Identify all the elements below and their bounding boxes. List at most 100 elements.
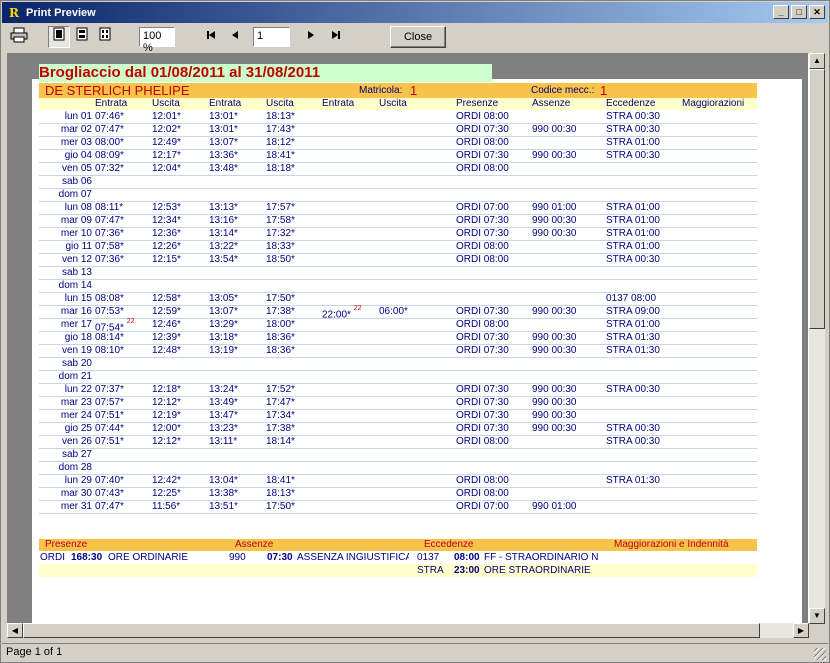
day-label: ven 12 bbox=[61, 254, 92, 265]
table-row: lun 08 08:11* 12:53* 13:13* 17:57* ORDI 07:00… bbox=[39, 202, 757, 215]
cell-eccedenze: STRA 00:30 bbox=[606, 150, 660, 162]
cell-uscita-1-text: 12:34* bbox=[152, 215, 181, 226]
prev-page-icon[interactable] bbox=[224, 26, 246, 48]
cell-entrata-1-text: 07:47* bbox=[95, 501, 124, 512]
day-label: lun 22 bbox=[64, 384, 92, 395]
cell-eccedenze: STRA 01:30 bbox=[606, 345, 660, 357]
vertical-scroll-thumb[interactable] bbox=[809, 69, 825, 329]
cell-uscita-2-text: 18:00* bbox=[266, 319, 295, 330]
col-maggiorazioni: Maggiorazioni bbox=[682, 98, 745, 109]
cell-assenze: 990 00:30 bbox=[532, 228, 577, 240]
cell-entrata-1-text: 07:36* bbox=[95, 254, 124, 265]
close-button[interactable]: Close bbox=[390, 26, 446, 48]
two-page-icon[interactable] bbox=[71, 26, 93, 48]
zoom-input[interactable]: 100 % bbox=[139, 27, 175, 54]
cell-assenze: 990 00:30 bbox=[532, 384, 577, 396]
print-icon[interactable] bbox=[8, 26, 30, 48]
cell-entrata-1-text: 07:47* bbox=[95, 124, 124, 135]
cell-eccedenze: STRA 01:00 bbox=[606, 228, 660, 240]
cell-uscita-1-text: 12:46* bbox=[152, 319, 181, 330]
table-row: mer 17 07:54* 22 12:46* 13:29* 18:00* ORDI 08… bbox=[39, 318, 757, 333]
day-label: sab 06 bbox=[61, 176, 92, 187]
cell-entrata-2-text: 13:16* bbox=[209, 215, 238, 226]
day-label: mar 30 bbox=[60, 488, 92, 499]
cell-eccedenze: STRA 00:30 bbox=[606, 124, 660, 136]
cell-uscita-2-text: 18:50* bbox=[266, 254, 295, 265]
table-row: lun 22 07:37* 12:18* 13:24* 17:52* ORDI 07:30… bbox=[39, 384, 757, 397]
cell-presenze: ORDI 07:30 bbox=[456, 124, 509, 136]
cell-entrata-2-text: 13:07* bbox=[209, 306, 238, 317]
cell-entrata-1: 07:53* bbox=[95, 306, 124, 318]
page-status: Page 1 of 1 bbox=[6, 646, 63, 658]
cell-assenze-text: 990 00:30 bbox=[532, 228, 577, 239]
sum-ass-hours: 07:30 bbox=[267, 552, 293, 563]
cell-uscita-2: 17:38* bbox=[266, 423, 295, 435]
table-row: mar 23 07:57* 12:12* 13:49* 17:47* ORDI 07:30… bbox=[39, 397, 757, 410]
cell-eccedenze-text: STRA 00:30 bbox=[606, 124, 660, 135]
scroll-down-icon[interactable]: ▼ bbox=[809, 608, 825, 624]
cell-eccedenze-text: STRA 01:00 bbox=[606, 202, 660, 213]
cell-uscita-1: 12:26* bbox=[152, 241, 181, 253]
cell-uscita-2-text: 17:50* bbox=[266, 501, 295, 512]
cell-entrata-2: 13:54* bbox=[209, 254, 238, 266]
employee-name: DE STERLICH PHELIPE bbox=[45, 83, 190, 98]
cell-entrata-2-text: 13:18* bbox=[209, 332, 238, 343]
table-row: gio 11 07:58* 12:26* 13:22* 18:33* ORDI 08:00… bbox=[39, 241, 757, 254]
cell-entrata-1-text: 07:47* bbox=[95, 215, 124, 226]
day-label: sab 27 bbox=[61, 449, 92, 460]
cell-entrata-2-text: 13:01* bbox=[209, 111, 238, 122]
cell-entrata-1: 07:47* bbox=[95, 215, 124, 227]
next-page-icon[interactable] bbox=[300, 26, 322, 48]
cell-eccedenze: STRA 00:30 bbox=[606, 111, 660, 123]
table-row: gio 04 08:09* 12:17* 13:36* 18:41* ORDI 07:30… bbox=[39, 150, 757, 163]
cell-entrata-1: 08:10* bbox=[95, 345, 124, 357]
maximize-icon[interactable]: □ bbox=[791, 5, 807, 19]
cell-entrata-2: 13:01* bbox=[209, 124, 238, 136]
cell-uscita-1-text: 12:36* bbox=[152, 228, 181, 239]
cell-eccedenze-text: STRA 09:00 bbox=[606, 306, 660, 317]
cell-entrata-2: 13:49* bbox=[209, 397, 238, 409]
cell-uscita-1: 12:04* bbox=[152, 163, 181, 175]
day-label: gio 25 bbox=[64, 423, 92, 434]
multi-page-icon[interactable] bbox=[94, 26, 116, 48]
cell-entrata-1-text: 08:14* bbox=[95, 332, 124, 343]
codice-label: Codice mecc.: bbox=[531, 85, 595, 96]
cell-uscita-2-text: 18:33* bbox=[266, 241, 295, 252]
day-label: ven 19 bbox=[61, 345, 92, 356]
first-page-icon[interactable] bbox=[200, 26, 222, 48]
day-label: gio 18 bbox=[64, 332, 92, 343]
single-page-icon[interactable] bbox=[48, 26, 70, 48]
scroll-right-icon[interactable]: ▶ bbox=[793, 623, 809, 638]
table-row: sab 20 bbox=[39, 358, 757, 371]
cell-uscita-2-text: 17:38* bbox=[266, 423, 295, 434]
cell-entrata-2: 13:16* bbox=[209, 215, 238, 227]
close-icon[interactable]: ✕ bbox=[809, 5, 825, 19]
cell-uscita-2-text: 17:47* bbox=[266, 397, 295, 408]
horizontal-scrollbar[interactable]: ◀ ▶ bbox=[7, 623, 809, 638]
scroll-up-icon[interactable]: ▲ bbox=[809, 53, 825, 69]
cell-assenze-text: 990 00:30 bbox=[532, 397, 577, 408]
resize-grip-icon[interactable] bbox=[814, 648, 826, 660]
minimize-icon[interactable]: _ bbox=[773, 5, 789, 19]
cell-presenze-text: ORDI 08:00 bbox=[456, 254, 509, 265]
cell-uscita-2-text: 18:13* bbox=[266, 111, 295, 122]
cell-presenze: ORDI 08:00 bbox=[456, 137, 509, 149]
matricola-value: 1 bbox=[410, 83, 418, 98]
cell-presenze: ORDI 08:00 bbox=[456, 488, 509, 500]
cell-presenze-text: ORDI 08:00 bbox=[456, 488, 509, 499]
scroll-left-icon[interactable]: ◀ bbox=[7, 623, 23, 638]
cell-presenze-text: ORDI 07:30 bbox=[456, 397, 509, 408]
table-row: sab 06 bbox=[39, 176, 757, 189]
cell-eccedenze-text: STRA 01:30 bbox=[606, 345, 660, 356]
col-eccedenze: Eccedenze bbox=[606, 98, 656, 109]
cell-entrata-1: 07:36* bbox=[95, 254, 124, 266]
cell-eccedenze-text: STRA 01:00 bbox=[606, 228, 660, 239]
table-row: dom 28 bbox=[39, 462, 757, 475]
table-row: mer 31 07:47* 11:56* 13:51* 17:50* ORDI 07:00… bbox=[39, 501, 757, 514]
cell-uscita-2: 18:36* bbox=[266, 332, 295, 344]
vertical-scrollbar[interactable]: ▲ ▼ bbox=[809, 53, 825, 624]
last-page-icon[interactable] bbox=[325, 26, 347, 48]
page-number-input[interactable]: 1 bbox=[253, 27, 290, 47]
cell-entrata-2-text: 13:01* bbox=[209, 124, 238, 135]
horizontal-scroll-thumb[interactable] bbox=[23, 623, 760, 638]
